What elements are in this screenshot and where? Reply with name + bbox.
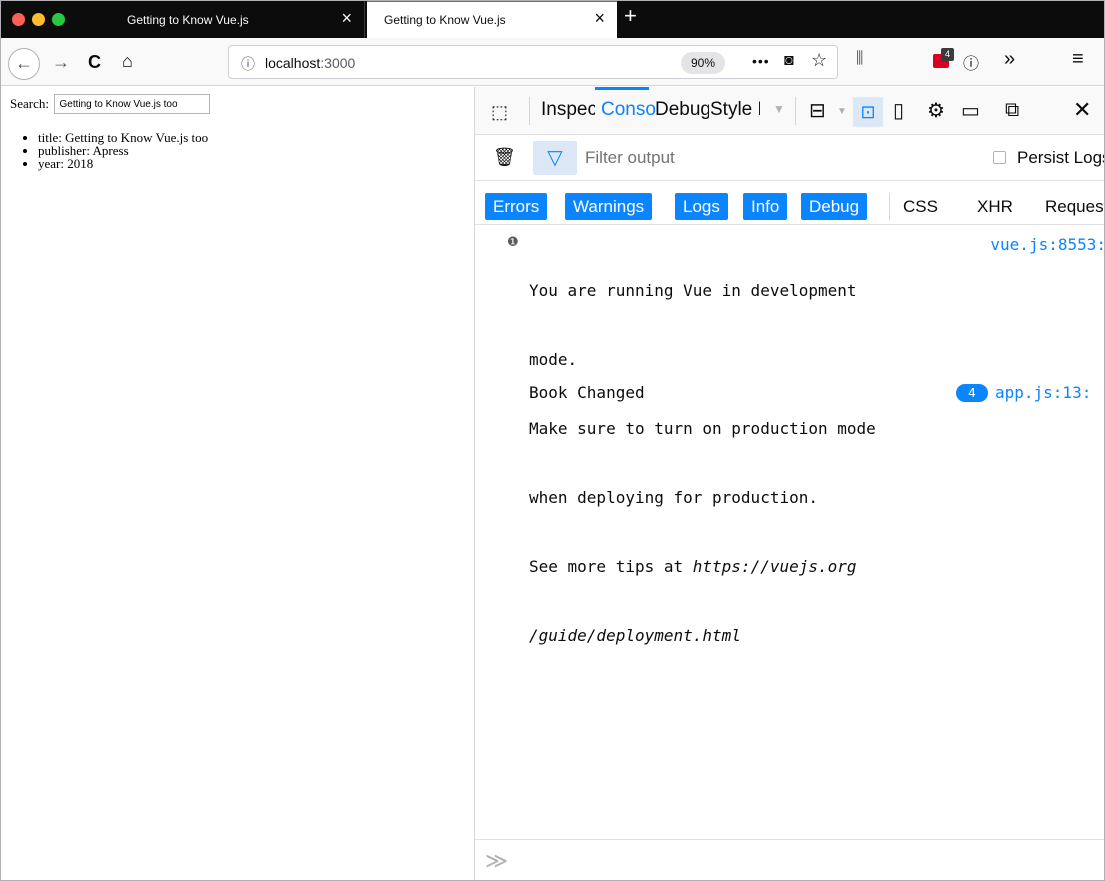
extension-badge: 4 [941,48,954,61]
divider [529,97,530,125]
filter-logs-button[interactable]: Logs [675,193,728,220]
close-tab-icon[interactable]: × [341,8,352,28]
message-link[interactable]: https://vuejs.org [693,557,857,576]
minimize-window-button[interactable] [32,13,45,26]
console-filter-bar: 🗑 ▽ Filter output Persist Logs [475,135,1105,181]
message-line: Make sure to turn on production mode [529,419,876,438]
console-input[interactable]: ≫ [475,839,1105,881]
navigation-toolbar: ← → C ⌂ ⓘ localhost:3000 90% ••• ◙ ☆ ⫼ 4… [0,38,1105,86]
page-actions-icon[interactable]: ••• [752,53,770,69]
extension-info-icon[interactable]: ⓘ [963,50,979,74]
filter-input[interactable]: Filter output [585,148,675,168]
url-host: localhost [265,55,321,71]
prompt-chevron-icon: ≫ [485,848,509,873]
pocket-icon[interactable]: ◙ [784,52,794,70]
search-input[interactable] [54,94,211,114]
repeat-count-badge: 4 [956,384,988,402]
settings-gear-icon[interactable]: ⚙ [927,100,945,122]
active-tab-indicator [595,87,649,90]
filter-debug-button[interactable]: Debug [801,193,868,220]
message-line: /guide/deployment.html [529,624,959,647]
close-icon[interactable]: ✕ [1073,99,1091,121]
clear-console-icon[interactable]: 🗑 [493,147,516,168]
site-info-icon[interactable]: ⓘ [241,54,255,74]
message-link[interactable]: /guide/deployment.html [529,626,741,645]
new-tab-icon[interactable]: + [624,4,637,28]
reload-icon[interactable]: C [88,52,101,72]
persist-logs-label[interactable]: Persist Logs [1017,148,1105,168]
search-label: Search: [10,96,49,111]
tab-title: Getting to Know Vue.js [384,13,506,27]
filter-info-button[interactable]: Info [743,193,788,220]
tab-strip: Getting to Know Vue.js × Getting to Know… [0,0,1105,38]
devtools-panel: ⬚ Inspector Console Debugger Style Edito… [474,87,1105,881]
message-line: You are running Vue in development [529,281,857,300]
browser-tab[interactable]: Getting to Know Vue.js × [110,0,365,38]
message-text-prefix: See more tips at [529,557,693,576]
bookmark-star-icon[interactable]: ☆ [811,50,827,71]
zoom-level-badge[interactable]: 90% [681,52,726,74]
responsive-design-icon[interactable]: ▯ [893,100,904,122]
tab-title: Getting to Know Vue.js [127,13,249,27]
zoom-window-button[interactable] [52,13,65,26]
page-content: Search: title: Getting to Know Vue.js to… [0,87,474,881]
back-icon[interactable]: ← [8,48,40,80]
message-source-link[interactable]: vue.js:8553: [990,233,1105,256]
tab-console[interactable]: Console [601,99,655,121]
message-text: Book Changed [529,383,645,402]
browser-tab-active[interactable]: Getting to Know Vue.js × [367,0,617,38]
layout-icon[interactable]: ⊟ [809,100,826,122]
dock-bottom-icon[interactable]: ▭ [961,100,980,122]
filter-errors-button[interactable]: Errors [485,193,548,220]
extension-icon[interactable]: 4 [933,48,954,70]
split-console-icon[interactable]: ⊡ [853,97,883,127]
info-icon: ❶ [507,235,519,250]
devtools-toolbar: ⬚ Inspector Console Debugger Style Edito… [475,87,1105,135]
filter-requests-button[interactable]: Requests [1045,193,1105,220]
message-line: See more tips at https://vuejs.org [529,555,959,578]
hamburger-menu-icon[interactable]: ≡ [1072,48,1084,71]
filter-css-button[interactable]: CSS [903,193,938,220]
tab-inspector[interactable]: Inspector [541,99,595,121]
separate-window-icon[interactable]: ⧉ [1005,99,1019,121]
list-item: year: 2018 [38,157,208,170]
message-line: mode. [529,350,578,369]
url-port: :3000 [320,55,356,71]
message-source-link[interactable]: app.js:13: [995,381,1091,404]
filter-icon[interactable]: ▽ [533,141,577,175]
book-details-list: title: Getting to Know Vue.js too publis… [38,131,208,170]
chevron-down-icon[interactable]: ▼ [837,106,847,117]
tab-style-editor[interactable]: Style Editor [710,99,760,121]
tab-debugger[interactable]: Debugger [655,99,709,121]
close-tab-icon[interactable]: × [594,8,605,28]
log-category-bar: Errors Warnings Logs Info Debug CSS XHR … [475,187,1105,225]
filter-warnings-button[interactable]: Warnings [565,193,653,220]
more-tabs-icon[interactable]: ▼ [773,102,785,116]
forward-icon[interactable]: → [52,52,70,72]
close-window-button[interactable] [12,13,25,26]
home-icon[interactable]: ⌂ [122,51,133,71]
filter-xhr-button[interactable]: XHR [977,193,1013,220]
url-text[interactable]: localhost:3000 [265,55,355,71]
message-text: You are running Vue in development mode.… [529,233,959,693]
url-bar[interactable]: ⓘ localhost:3000 90% ••• ◙ ☆ [228,45,838,79]
library-icon[interactable]: ⫼ [856,50,863,68]
message-line: when deploying for production. [529,488,818,507]
divider [889,193,890,220]
console-output: ❶ You are running Vue in development mod… [475,227,1105,839]
persist-logs-checkbox[interactable] [993,151,1006,164]
element-picker-icon[interactable]: ⬚ [491,101,508,123]
overflow-menu-icon[interactable]: » [1004,48,1015,71]
divider [795,97,796,125]
search-row: Search: [10,94,211,114]
